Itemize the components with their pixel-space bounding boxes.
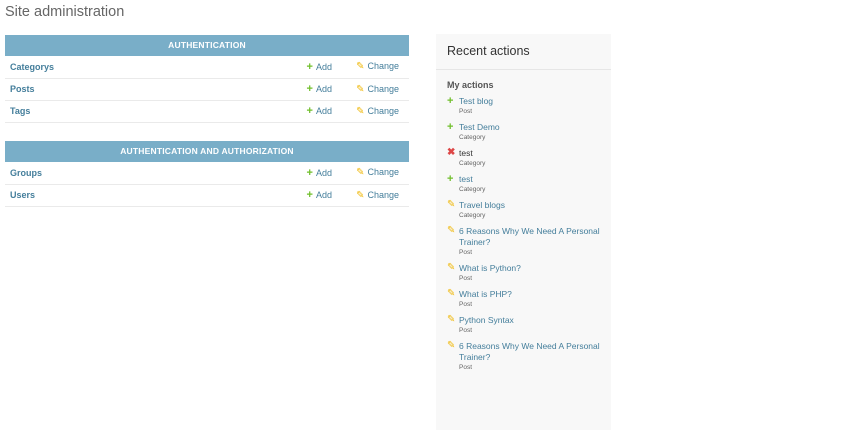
pencil-icon: ✎	[447, 340, 456, 351]
pencil-icon: ✎	[447, 314, 456, 325]
content-type-label: Post	[459, 327, 473, 334]
recent-actions-panel: Recent actions My actions + Test blog Po…	[436, 34, 611, 430]
model-row: Groups + Add ✎ Change	[5, 162, 409, 184]
list-item: ✎ What is PHP? Post	[447, 288, 605, 308]
module-caption[interactable]: Authentication	[5, 35, 409, 56]
content-type-label: Category	[459, 212, 486, 219]
recent-action-deleted: test	[459, 148, 473, 158]
recent-action-link[interactable]: Test Demo	[459, 122, 605, 133]
plus-icon: +	[306, 83, 313, 95]
app-module-authentication: Authentication Categorys + Add ✎ Change Po…	[5, 35, 409, 123]
list-item: + test Category	[447, 173, 605, 193]
pencil-icon: ✎	[356, 105, 365, 117]
change-link[interactable]: ✎ Change	[346, 162, 409, 184]
content-type-label: Post	[459, 108, 473, 115]
list-item: ✎ Python Syntax Post	[447, 314, 605, 334]
page-title: Site administration	[5, 4, 125, 20]
model-link-tags[interactable]: Tags	[5, 100, 271, 122]
my-actions-heading: My actions	[447, 80, 494, 90]
list-item: ✖ test Category	[447, 147, 605, 167]
add-label: Add	[315, 167, 332, 178]
change-label: Change	[367, 105, 399, 116]
pencil-icon: ✎	[447, 199, 456, 210]
plus-icon: +	[306, 105, 313, 117]
content-type-label: Post	[459, 249, 473, 256]
add-link[interactable]: + Add	[271, 162, 346, 184]
add-label: Add	[315, 106, 332, 116]
recent-actions-title: Recent actions	[436, 34, 611, 70]
add-link[interactable]: + Add	[271, 100, 346, 122]
content-type-label: Category	[459, 134, 486, 141]
list-item: + Test blog Post	[447, 95, 605, 115]
model-row: Posts + Add ✎ Change	[5, 78, 409, 100]
add-link[interactable]: + Add	[271, 78, 346, 100]
change-link[interactable]: ✎ Change	[346, 56, 409, 78]
list-item: ✎ 6 Reasons Why We Need A Personal Train…	[447, 225, 605, 256]
recent-action-link[interactable]: 6 Reasons Why We Need A Personal Trainer…	[459, 226, 605, 248]
change-link[interactable]: ✎ Change	[346, 184, 409, 206]
model-row: Tags + Add ✎ Change	[5, 100, 409, 122]
pencil-icon: ✎	[356, 167, 365, 179]
list-item: + Test Demo Category	[447, 121, 605, 141]
model-row: Users + Add ✎ Change	[5, 184, 409, 206]
plus-icon: +	[447, 121, 454, 133]
change-link[interactable]: ✎ Change	[346, 100, 409, 122]
add-label: Add	[315, 190, 332, 200]
recent-action-link[interactable]: What is Python?	[459, 263, 605, 274]
content-type-label: Category	[459, 160, 486, 167]
pencil-icon: ✎	[447, 262, 456, 273]
pencil-icon: ✎	[356, 61, 365, 73]
app-module-auth: Authentication and Authorization Groups …	[5, 141, 409, 207]
add-label: Add	[315, 61, 332, 72]
pencil-icon: ✎	[356, 189, 365, 201]
content-type-label: Post	[459, 275, 473, 282]
change-label: Change	[367, 83, 399, 94]
recent-actions-list: + Test blog Post + Test Demo Category ✖ …	[436, 95, 611, 371]
recent-action-link[interactable]: test	[459, 174, 605, 185]
plus-icon: +	[447, 95, 454, 107]
model-link-users[interactable]: Users	[5, 184, 271, 206]
list-item: ✎ What is Python? Post	[447, 262, 605, 282]
change-label: Change	[367, 189, 399, 200]
add-link[interactable]: + Add	[271, 56, 346, 78]
pencil-icon: ✎	[447, 225, 456, 236]
change-label: Change	[367, 61, 399, 72]
recent-action-link[interactable]: 6 Reasons Why We Need A Personal Trainer…	[459, 341, 605, 363]
plus-icon: +	[306, 189, 313, 201]
recent-action-link[interactable]: Python Syntax	[459, 315, 605, 326]
model-row: Categorys + Add ✎ Change	[5, 56, 409, 78]
content-type-label: Post	[459, 301, 473, 308]
change-link[interactable]: ✎ Change	[346, 78, 409, 100]
pencil-icon: ✎	[356, 83, 365, 95]
add-link[interactable]: + Add	[271, 184, 346, 206]
list-item: ✎ 6 Reasons Why We Need A Personal Train…	[447, 340, 605, 371]
plus-icon: +	[306, 60, 313, 73]
model-link-posts[interactable]: Posts	[5, 78, 271, 100]
list-item: ✎ Travel blogs Category	[447, 199, 605, 219]
content-type-label: Post	[459, 364, 473, 371]
model-link-groups[interactable]: Groups	[5, 162, 271, 184]
change-label: Change	[367, 167, 399, 178]
content-type-label: Category	[459, 186, 486, 193]
plus-icon: +	[306, 166, 313, 179]
model-link-categorys[interactable]: Categorys	[5, 56, 271, 78]
recent-action-link[interactable]: Test blog	[459, 96, 605, 107]
plus-icon: +	[447, 173, 454, 185]
add-label: Add	[315, 84, 332, 94]
recent-action-link[interactable]: Travel blogs	[459, 200, 605, 211]
pencil-icon: ✎	[447, 288, 456, 299]
cross-icon: ✖	[447, 147, 456, 158]
recent-action-link[interactable]: What is PHP?	[459, 289, 605, 300]
module-caption[interactable]: Authentication and Authorization	[5, 141, 409, 162]
